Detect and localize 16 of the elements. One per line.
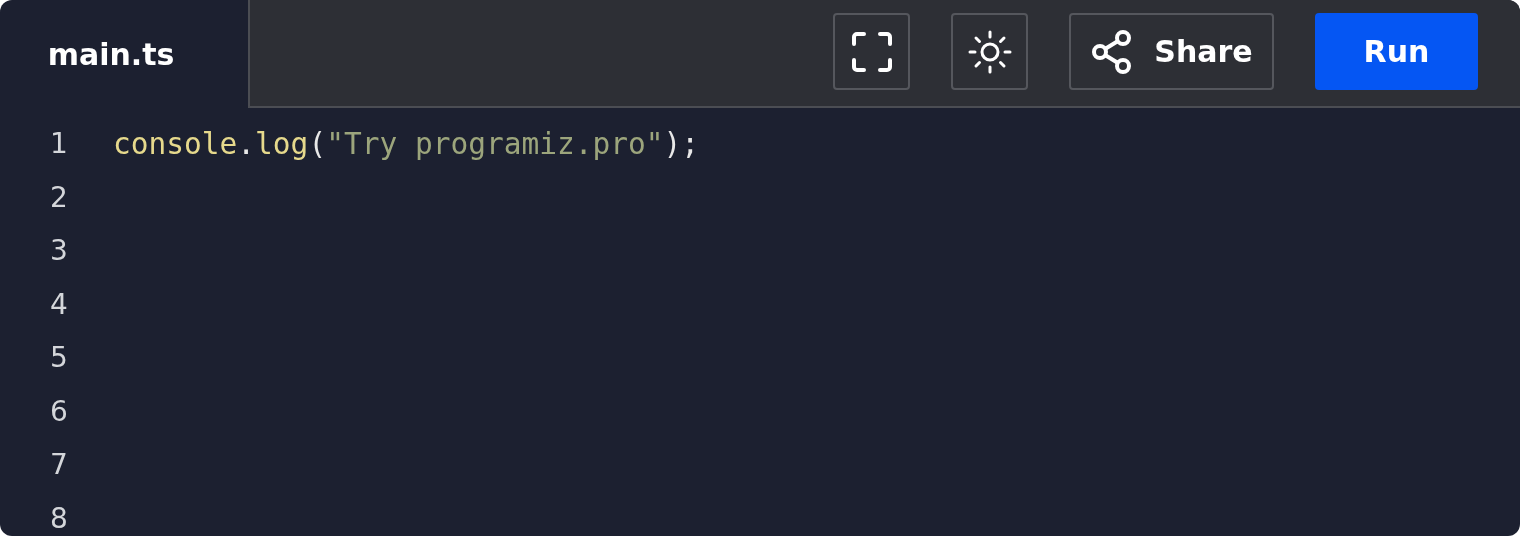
file-tab[interactable]: main.ts (0, 0, 248, 108)
line-number: 3 (49, 234, 69, 268)
line-number: 6 (49, 394, 69, 428)
fullscreen-icon (850, 30, 893, 73)
code-line: console.log("Try programiz.pro"); (113, 126, 700, 161)
line-number: 4 (49, 287, 69, 321)
line-number: 2 (49, 180, 69, 214)
line-number: 5 (49, 341, 69, 375)
theme-button[interactable] (951, 13, 1028, 90)
line-number: 1 (49, 127, 69, 161)
sun-icon (967, 29, 1012, 74)
share-button[interactable]: Share (1069, 13, 1274, 90)
run-button[interactable]: Run (1315, 13, 1478, 90)
fullscreen-button[interactable] (833, 13, 910, 90)
line-number: 7 (49, 448, 69, 482)
line-number: 8 (49, 501, 69, 535)
